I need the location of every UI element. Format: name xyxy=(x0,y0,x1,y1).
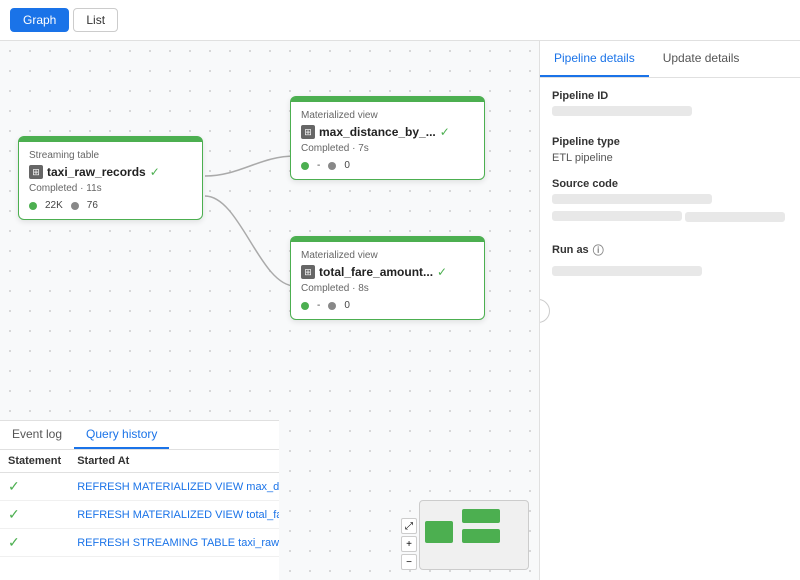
node3-stat1: - xyxy=(317,300,320,311)
node2-stat2: 0 xyxy=(344,160,350,171)
event-log-tab[interactable]: Event log xyxy=(0,421,74,449)
view-tabs: Graph List xyxy=(0,0,800,41)
mini-block-3 xyxy=(462,529,500,543)
zoom-in-button[interactable]: + xyxy=(401,536,417,552)
run-as-value xyxy=(552,266,702,276)
node3-check: ✓ xyxy=(437,265,447,279)
cell-status-2: ✓ xyxy=(0,529,69,557)
query-table-container: Statement Started At Duration Rows read … xyxy=(0,450,279,557)
node1-icon: ⊞ xyxy=(29,165,43,179)
source-code-line1 xyxy=(552,194,712,204)
pipeline-type-row: Pipeline type ETL pipeline xyxy=(552,136,788,164)
node-materialized-view-1[interactable]: Materialized view ⊞ max_distance_by_... … xyxy=(290,96,485,180)
node1-dot1 xyxy=(29,202,37,210)
expand-button[interactable]: ⤢ xyxy=(401,518,417,534)
node3-stat2: 0 xyxy=(344,300,350,311)
run-as-label: Run as xyxy=(552,244,589,256)
statement-link-2[interactable]: REFRESH STREAMING TABLE taxi_raw... xyxy=(77,537,279,549)
run-as-row: Run as ⓘ xyxy=(552,242,788,282)
node2-type-label: Materialized view xyxy=(301,110,474,121)
update-details-tab[interactable]: Update details xyxy=(649,41,754,77)
bottom-tabs: Event log Query history xyxy=(0,421,279,450)
node1-stat1: 22K xyxy=(45,200,63,211)
source-code-line2 xyxy=(552,211,682,221)
map-controls: ⤢ + − xyxy=(401,518,417,570)
node1-status: Completed · 11s xyxy=(29,183,192,194)
panel-tabs: Pipeline details Update details xyxy=(540,41,800,78)
node-streaming-table[interactable]: Streaming table ⊞ taxi_raw_records ✓ Com… xyxy=(18,136,203,220)
pipeline-panel: › Pipeline details Update details Pipeli… xyxy=(540,41,800,580)
node1-type-label: Streaming table xyxy=(29,150,192,161)
graph-tab[interactable]: Graph xyxy=(10,8,69,32)
cell-status-0: ✓ xyxy=(0,473,69,501)
pipeline-details-tab[interactable]: Pipeline details xyxy=(540,41,649,77)
source-code-label: Source code xyxy=(552,178,788,190)
node1-check: ✓ xyxy=(150,165,160,179)
node3-dot1 xyxy=(301,302,309,310)
col-statement: Statement xyxy=(0,450,69,473)
node2-dot1 xyxy=(301,162,309,170)
zoom-out-button[interactable]: − xyxy=(401,554,417,570)
mini-block-1 xyxy=(425,521,453,543)
source-code-line3 xyxy=(685,212,785,222)
pipeline-id-label: Pipeline ID xyxy=(552,90,788,102)
node3-status: Completed · 8s xyxy=(301,283,474,294)
source-code-row: Source code xyxy=(552,178,788,228)
node2-icon: ⊞ xyxy=(301,125,315,139)
panel-content: Pipeline ID Pipeline type ETL pipeline S… xyxy=(540,78,800,308)
table-row: ✓ REFRESH MATERIALIZED VIEW max_di... 20… xyxy=(0,473,279,501)
statement-link-0[interactable]: REFRESH MATERIALIZED VIEW max_di... xyxy=(77,481,279,493)
node1-stat2: 76 xyxy=(87,200,98,211)
cell-status-1: ✓ xyxy=(0,501,69,529)
node-materialized-view-2[interactable]: Materialized view ⊞ total_fare_amount...… xyxy=(290,236,485,320)
run-as-info-icon: ⓘ xyxy=(593,242,604,258)
pipeline-type-value: ETL pipeline xyxy=(552,152,788,164)
table-row: ✓ REFRESH STREAMING TABLE taxi_raw... 20… xyxy=(0,529,279,557)
node2-title: max_distance_by_... xyxy=(319,125,436,139)
node3-dot2 xyxy=(328,302,336,310)
statement-link-1[interactable]: REFRESH MATERIALIZED VIEW total_fa... xyxy=(77,509,279,521)
pipeline-id-row: Pipeline ID xyxy=(552,90,788,122)
query-history-tab[interactable]: Query history xyxy=(74,421,169,449)
mini-block-2 xyxy=(462,509,500,523)
pipeline-id-value xyxy=(552,106,692,116)
node3-title: total_fare_amount... xyxy=(319,265,433,279)
pipeline-type-label: Pipeline type xyxy=(552,136,788,148)
bottom-panel: Event log Query history Statement Starte… xyxy=(0,420,279,580)
table-row: ✓ REFRESH MATERIALIZED VIEW total_fa... … xyxy=(0,501,279,529)
cell-statement-1[interactable]: REFRESH MATERIALIZED VIEW total_fa... xyxy=(69,501,279,529)
list-tab[interactable]: List xyxy=(73,8,118,32)
node2-check: ✓ xyxy=(440,125,450,139)
node3-type-label: Materialized view xyxy=(301,250,474,261)
query-table: Statement Started At Duration Rows read … xyxy=(0,450,279,557)
col-started-at: Started At xyxy=(69,450,279,473)
cell-statement-0[interactable]: REFRESH MATERIALIZED VIEW max_di... xyxy=(69,473,279,501)
node3-icon: ⊞ xyxy=(301,265,315,279)
mini-map xyxy=(419,500,529,570)
node2-dot2 xyxy=(328,162,336,170)
node2-status: Completed · 7s xyxy=(301,143,474,154)
node1-dot2 xyxy=(71,202,79,210)
node2-stat1: - xyxy=(317,160,320,171)
cell-statement-2[interactable]: REFRESH STREAMING TABLE taxi_raw... xyxy=(69,529,279,557)
node1-title: taxi_raw_records xyxy=(47,165,146,179)
